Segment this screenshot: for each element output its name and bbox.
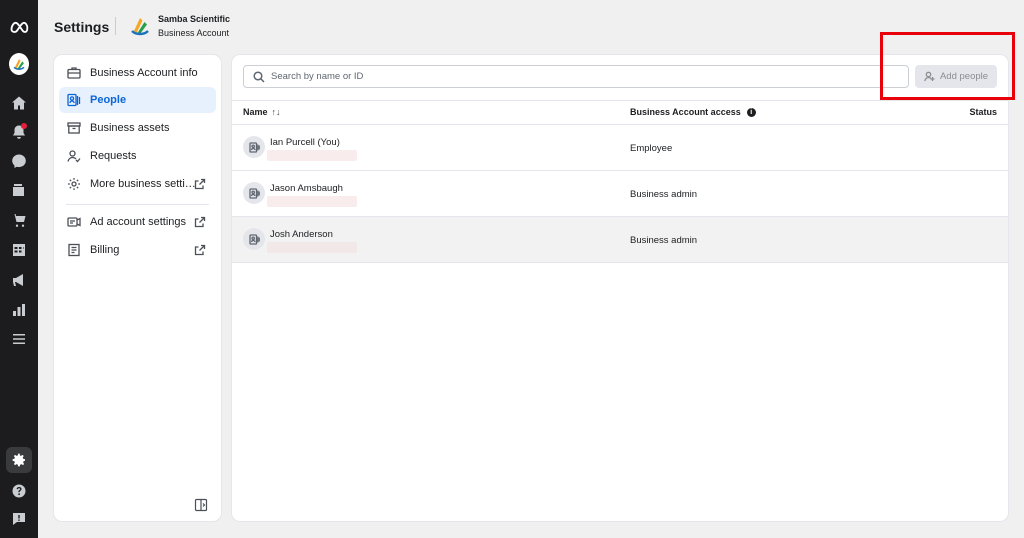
person-avatar-icon (243, 228, 265, 250)
access-header-label: Business Account access (630, 107, 741, 117)
gear-icon (66, 176, 82, 192)
sidebar-item-label: More business settings (90, 178, 198, 190)
person-access: Business admin (630, 189, 698, 200)
pages-icon[interactable] (9, 180, 29, 200)
search-bar[interactable] (243, 65, 909, 88)
meta-logo-icon[interactable] (9, 17, 29, 37)
ad-account-icon (66, 214, 82, 230)
name-column-header[interactable]: Name ↑↓ (243, 107, 281, 117)
collapse-sidebar-icon[interactable] (194, 498, 208, 512)
left-rail (0, 0, 38, 538)
table-row[interactable]: Ian Purcell (You) Employee (232, 125, 1008, 171)
billing-icon (66, 242, 82, 258)
sidebar-item-business-assets[interactable]: Business assets (59, 115, 216, 141)
search-input[interactable] (271, 71, 891, 82)
sidebar-item-people[interactable]: People (59, 87, 216, 113)
settings-sidebar: Business Account info People Business as… (54, 55, 221, 521)
assets-icon (66, 120, 82, 136)
business-name[interactable]: Samba Scientific (158, 14, 230, 24)
search-icon (253, 70, 265, 83)
redacted-field (267, 150, 357, 161)
header-divider (115, 17, 116, 35)
settings-icon[interactable] (6, 447, 32, 473)
people-panel: Add people Name ↑↓ Business Account acce… (232, 55, 1008, 521)
person-name: Jason Amsbaugh (270, 183, 343, 194)
external-link-icon (194, 177, 206, 190)
access-column-header: Business Account access i (630, 107, 756, 117)
external-link-icon (194, 215, 206, 228)
status-header-label: Status (969, 107, 997, 117)
briefcase-icon (66, 65, 82, 81)
people-icon (66, 92, 82, 108)
redacted-field (267, 196, 357, 207)
messages-icon[interactable] (9, 151, 29, 171)
home-icon[interactable] (9, 93, 29, 113)
business-logo-icon[interactable] (127, 13, 153, 39)
sidebar-item-requests[interactable]: Requests (59, 143, 216, 169)
sidebar-item-label: Business assets (90, 122, 170, 134)
feedback-icon[interactable] (9, 509, 29, 529)
sidebar-item-label: Business Account info (90, 67, 198, 79)
status-column-header: Status (969, 107, 997, 117)
notification-badge (21, 123, 27, 129)
menu-icon[interactable] (9, 329, 29, 349)
ads-icon[interactable] (9, 270, 29, 290)
notifications-icon[interactable] (9, 122, 29, 142)
sort-icon[interactable]: ↑↓ (272, 107, 281, 117)
table-row[interactable]: Jason Amsbaugh Business admin (232, 171, 1008, 217)
requests-icon (66, 148, 82, 164)
commerce-icon[interactable] (9, 210, 29, 230)
sidebar-item-label: Requests (90, 150, 137, 162)
person-name: Josh Anderson (270, 229, 333, 240)
sidebar-item-more-business-settings[interactable]: More business settings (59, 171, 216, 197)
sidebar-item-label: People (90, 94, 127, 106)
table-row[interactable]: Josh Anderson Business admin (232, 217, 1008, 263)
sidebar-item-label: Ad account settings (90, 216, 187, 228)
info-icon[interactable]: i (746, 107, 756, 117)
external-link-icon (194, 243, 206, 256)
insights-icon[interactable] (9, 300, 29, 320)
person-avatar-icon (243, 136, 265, 158)
sidebar-item-billing[interactable]: Billing (59, 237, 216, 263)
sidebar-divider (66, 204, 209, 205)
planner-icon[interactable] (9, 240, 29, 260)
name-header-label: Name (243, 107, 268, 117)
business-type: Business Account (158, 28, 230, 38)
redacted-field (267, 242, 357, 253)
table-header: Name ↑↓ Business Account access i Status (232, 100, 1008, 125)
help-icon[interactable] (9, 481, 29, 501)
sidebar-item-label: Billing (90, 244, 120, 256)
sidebar-item-ad-account-settings[interactable]: Ad account settings (59, 209, 216, 235)
page-title: Settings (54, 19, 110, 35)
sidebar-item-business-account-info[interactable]: Business Account info (59, 60, 216, 86)
business-avatar-icon[interactable] (9, 53, 29, 75)
person-avatar-icon (243, 182, 265, 204)
person-access: Employee (630, 143, 673, 154)
person-name: Ian Purcell (You) (270, 137, 340, 148)
person-access: Business admin (630, 235, 698, 246)
highlight-box (880, 32, 1015, 100)
